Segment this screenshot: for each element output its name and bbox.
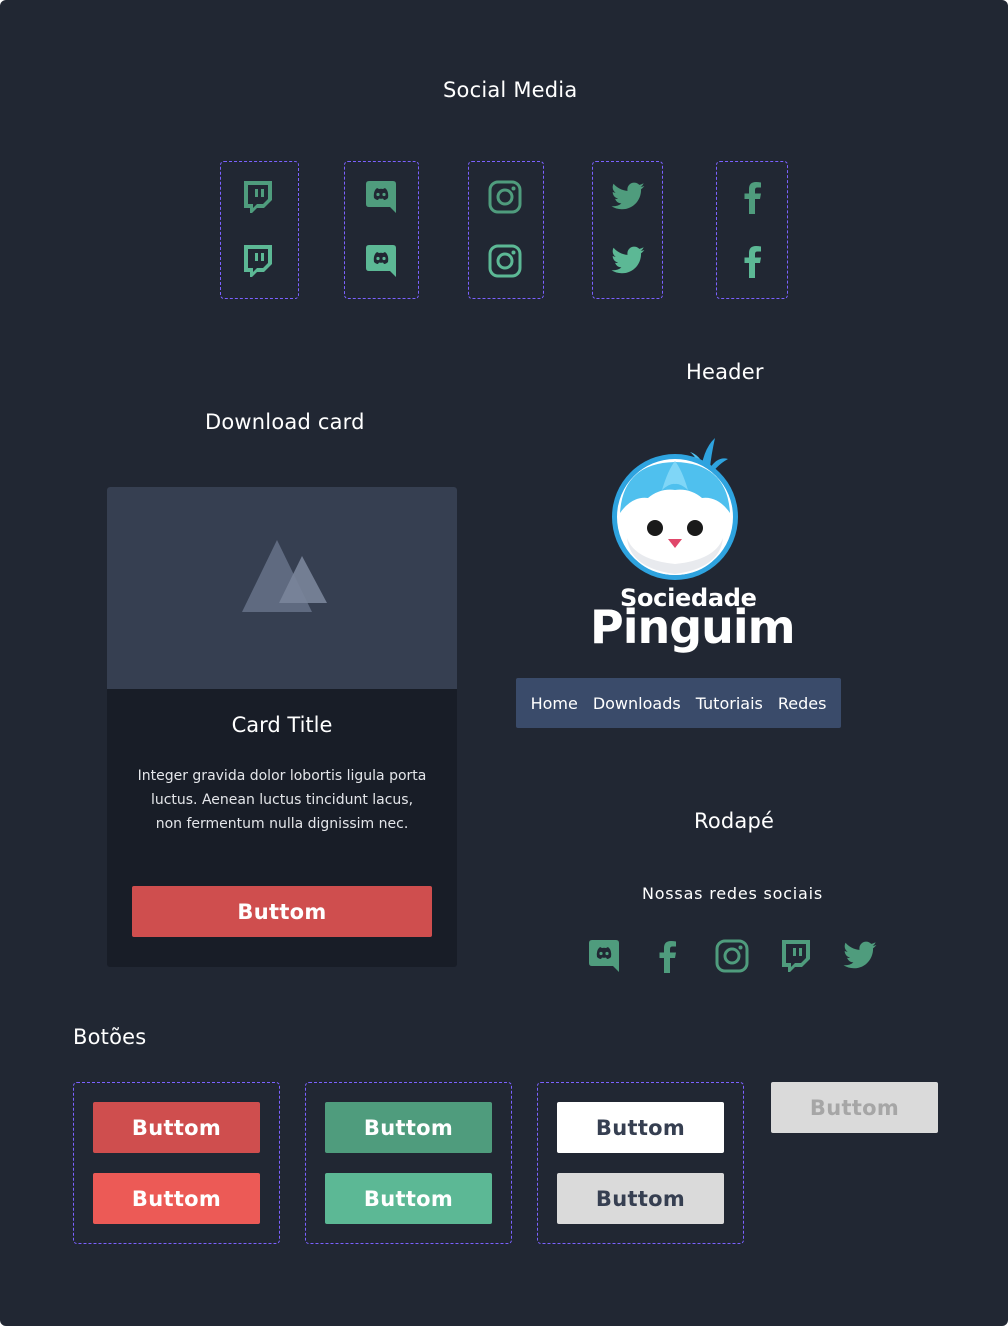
green-button[interactable]: Buttom [325,1102,492,1153]
instagram-icon[interactable] [487,179,523,215]
green-button-group: Buttom Buttom [305,1082,512,1244]
download-card-title: Download card [205,410,365,434]
green-button-hover[interactable]: Buttom [325,1173,492,1224]
nav-tutoriais[interactable]: Tutoriais [696,694,763,713]
discord-icon[interactable] [363,179,399,215]
twitch-icon[interactable] [240,179,276,215]
download-card: Card Title Integer gravida dolor loborti… [107,487,457,967]
white-button-hover[interactable]: Buttom [557,1173,724,1224]
facebook-icon[interactable] [650,938,686,974]
footer-title: Rodapé [694,809,775,833]
logo-text-pinguim: Pinguim [590,600,796,654]
sociedade-pinguim-logo[interactable]: Sociedade Pinguim [590,428,796,664]
nav-home[interactable]: Home [531,694,578,713]
disabled-button: Buttom [771,1082,938,1133]
discord-icon[interactable] [586,938,622,974]
footer-subtitle: Nossas redes sociais [641,884,824,903]
facebook-icon-group [716,161,788,299]
white-button[interactable]: Buttom [557,1102,724,1153]
nav-redes[interactable]: Redes [778,694,827,713]
header-nav: Home Downloads Tutoriais Redes [516,678,841,728]
instagram-icon[interactable] [487,243,523,279]
twitter-icon[interactable] [842,938,878,974]
white-button-group: Buttom Buttom [537,1082,744,1244]
red-button-hover[interactable]: Buttom [93,1173,260,1224]
nav-downloads[interactable]: Downloads [593,694,681,713]
discord-icon[interactable] [363,243,399,279]
twitch-icon[interactable] [240,243,276,279]
buttons-title: Botões [73,1025,147,1049]
image-placeholder-icon [242,540,327,612]
twitch-icon-group [220,161,299,299]
instagram-icon[interactable] [714,938,750,974]
facebook-icon[interactable] [735,243,771,279]
twitter-icon[interactable] [610,243,646,279]
discord-icon-group [344,161,419,299]
card-image [107,487,457,689]
facebook-icon[interactable] [735,179,771,215]
header-title: Header [686,360,764,384]
card-download-button[interactable]: Buttom [132,886,432,937]
twitter-icon-group [592,161,663,299]
twitch-icon[interactable] [778,938,814,974]
red-button-group: Buttom Buttom [73,1082,280,1244]
red-button[interactable]: Buttom [93,1102,260,1153]
card-description: Integer gravida dolor lobortis ligula po… [137,768,427,832]
instagram-icon-group [468,161,544,299]
card-title: Card Title [231,713,333,737]
style-guide-canvas: Social Media Download card Card Title In… [0,0,1008,1326]
social-media-title: Social Media [443,78,578,102]
twitter-icon[interactable] [610,179,646,215]
